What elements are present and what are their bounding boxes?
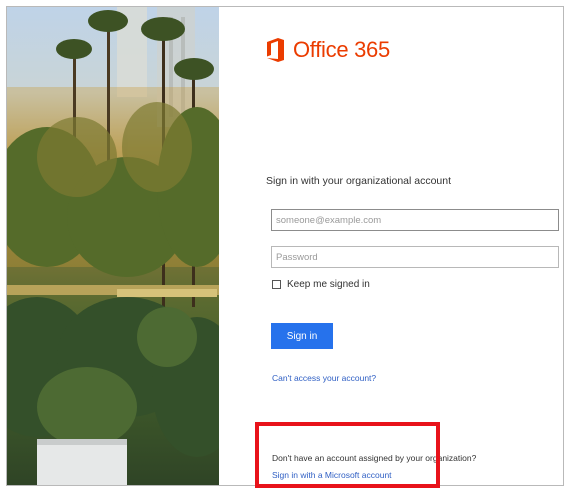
sign-in-button[interactable]: Sign in	[271, 323, 333, 349]
password-input[interactable]	[271, 246, 559, 268]
username-input[interactable]	[271, 209, 559, 231]
palm-tree-scene	[7, 7, 219, 485]
highlight-box	[255, 422, 440, 488]
sign-in-heading: Sign in with your organizational account	[266, 175, 452, 187]
sign-in-panel: Office 365 Sign in with your organizatio…	[219, 7, 563, 485]
keep-signed-in-checkbox[interactable]	[272, 280, 281, 289]
brand-name: Office 365	[293, 37, 390, 62]
login-window: Office 365 Sign in with your organizatio…	[6, 6, 564, 486]
keep-signed-in-label: Keep me signed in	[287, 279, 370, 290]
office-logo: Office 365	[265, 37, 390, 63]
keep-signed-in[interactable]: Keep me signed in	[272, 279, 370, 290]
office-logo-icon	[267, 38, 284, 62]
background-photo	[7, 7, 219, 485]
cant-access-account-link[interactable]: Can't access your account?	[272, 373, 376, 383]
